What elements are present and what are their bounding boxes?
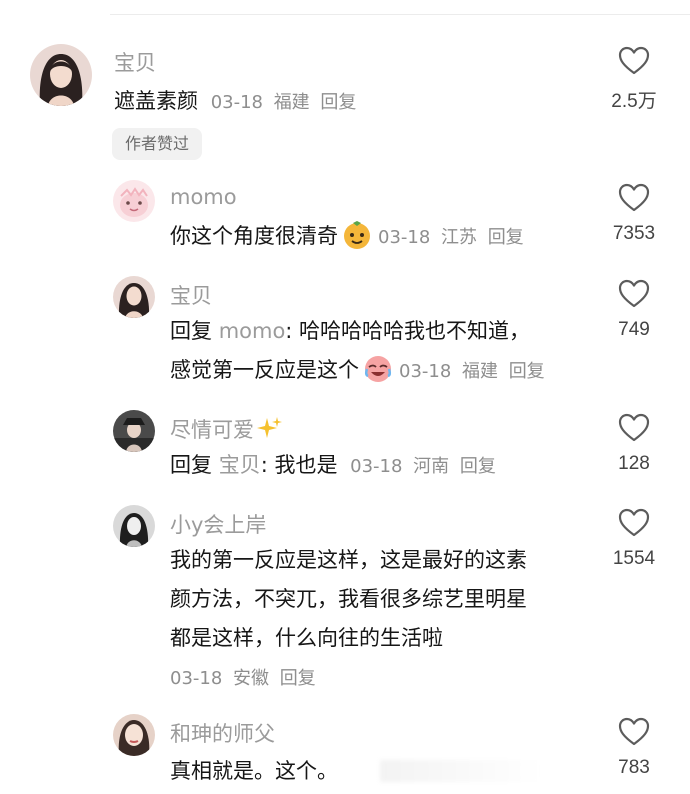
username[interactable]: momo — [170, 185, 237, 209]
avatar-pink-cartoon-icon — [113, 180, 155, 222]
reply-prefix: 回复 — [170, 319, 212, 343]
comment-text: : 哈哈哈哈哈我也不知道， — [285, 319, 531, 343]
like-group: 1554 — [598, 508, 670, 570]
like-count: 783 — [618, 757, 650, 778]
comment-date: 03-18 — [399, 361, 452, 382]
comment-text: 感觉第一反应是这个 — [170, 358, 359, 382]
avatar-woman-dark-hair-icon — [30, 44, 92, 106]
username[interactable]: 尽情可爱 — [170, 418, 254, 442]
heart-icon[interactable] — [618, 717, 650, 747]
avatar-woman-dark-hair-icon — [113, 276, 155, 318]
avatar[interactable] — [113, 276, 155, 318]
crying-laughing-emoji-icon — [364, 356, 392, 382]
username[interactable]: 宝贝 — [170, 280, 212, 310]
comment-text: 你这个角度很清奇 — [170, 224, 338, 248]
avatar[interactable] — [113, 505, 155, 547]
comment-text: 颜方法，不突兀，我看很多综艺里明星 — [170, 587, 527, 611]
like-group: 783 — [598, 717, 670, 779]
heart-icon[interactable] — [618, 413, 650, 443]
username[interactable]: 小y会上岸 — [170, 509, 266, 539]
comment-date: 03-18 — [210, 92, 263, 113]
avatar[interactable] — [113, 714, 155, 756]
comment-text-row: 回复 momo: 哈哈哈哈哈我也不知道， — [170, 312, 530, 350]
mention-link[interactable]: 宝贝 — [219, 453, 261, 477]
avatar[interactable] — [113, 180, 155, 222]
heart-icon[interactable] — [618, 183, 650, 213]
comment-text: 都是这样，什么向往的生活啦 — [170, 626, 443, 650]
avatar-woman-face-icon — [113, 714, 155, 756]
comment-location: 江苏 — [441, 227, 477, 248]
blurred-area — [380, 760, 540, 782]
reply-button[interactable]: 回复 — [320, 92, 356, 113]
comment-location: 福建 — [462, 361, 498, 382]
avatar-woman-hat-icon — [113, 410, 155, 452]
comment-text-row: 都是这样，什么向往的生活啦 — [170, 619, 443, 657]
comment-text: 遮盖素颜 — [114, 89, 198, 113]
author-liked-badge: 作者赞过 — [112, 128, 203, 160]
comment-date: 03-18 — [350, 456, 403, 477]
comment-meta-row: 03-18 安徽 回复 — [170, 658, 316, 698]
top-divider — [110, 14, 690, 15]
avatar-woman-bw-icon — [113, 505, 155, 547]
reply-button[interactable]: 回复 — [460, 456, 496, 477]
comment-location: 河南 — [413, 456, 450, 477]
comment-text: : 我也是 — [260, 453, 338, 477]
reply-prefix: 回复 — [170, 453, 212, 477]
comment-text-row: 遮盖素颜 03-18 福建 回复 — [114, 82, 356, 122]
smug-face-emoji-icon — [344, 221, 370, 249]
comment-text-row: 颜方法，不突兀，我看很多综艺里明星 — [170, 580, 527, 618]
reply-button[interactable]: 回复 — [488, 227, 524, 248]
comment-text-row: 感觉第一反应是这个 03-18 福建 回复 — [170, 351, 545, 391]
comment-text-row: 我的第一反应是这样，这是最好的这素 — [170, 541, 527, 579]
username[interactable]: 宝贝 — [114, 47, 156, 77]
like-count: 2.5万 — [611, 91, 657, 112]
comment-text-row: 你这个角度很清奇 03-18 江苏 回复 — [170, 217, 524, 257]
reply-button[interactable]: 回复 — [280, 668, 316, 689]
comment-text-row: 回复 宝贝: 我也是 03-18 河南 回复 — [170, 446, 496, 486]
like-group: 2.5万 — [598, 46, 670, 113]
like-count: 1554 — [612, 548, 656, 569]
reply-button[interactable]: 回复 — [509, 361, 545, 382]
comment-date: 03-18 — [170, 668, 223, 689]
heart-icon[interactable] — [618, 46, 650, 76]
like-count: 128 — [618, 453, 650, 474]
comment-location: 安徽 — [233, 668, 269, 689]
comment-text: 我的第一反应是这样，这是最好的这素 — [170, 548, 527, 572]
comment-date: 03-18 — [378, 227, 431, 248]
mention-link[interactable]: momo — [219, 319, 286, 343]
avatar[interactable] — [30, 44, 92, 106]
like-count: 749 — [618, 319, 650, 340]
avatar[interactable] — [113, 410, 155, 452]
like-group: 7353 — [598, 183, 670, 245]
username[interactable]: 和珅的师父 — [170, 718, 275, 748]
like-group: 128 — [598, 413, 670, 475]
username-row: 尽情可爱 — [170, 414, 282, 444]
heart-icon[interactable] — [618, 279, 650, 309]
comment-text-row: 真相就是。这个。 — [170, 752, 338, 790]
like-group: 749 — [598, 279, 670, 341]
comment-location: 福建 — [273, 92, 310, 113]
comment-text: 真相就是。这个。 — [170, 759, 338, 783]
sparkle-icon — [257, 417, 282, 438]
like-count: 7353 — [612, 223, 656, 244]
heart-icon[interactable] — [618, 508, 650, 538]
